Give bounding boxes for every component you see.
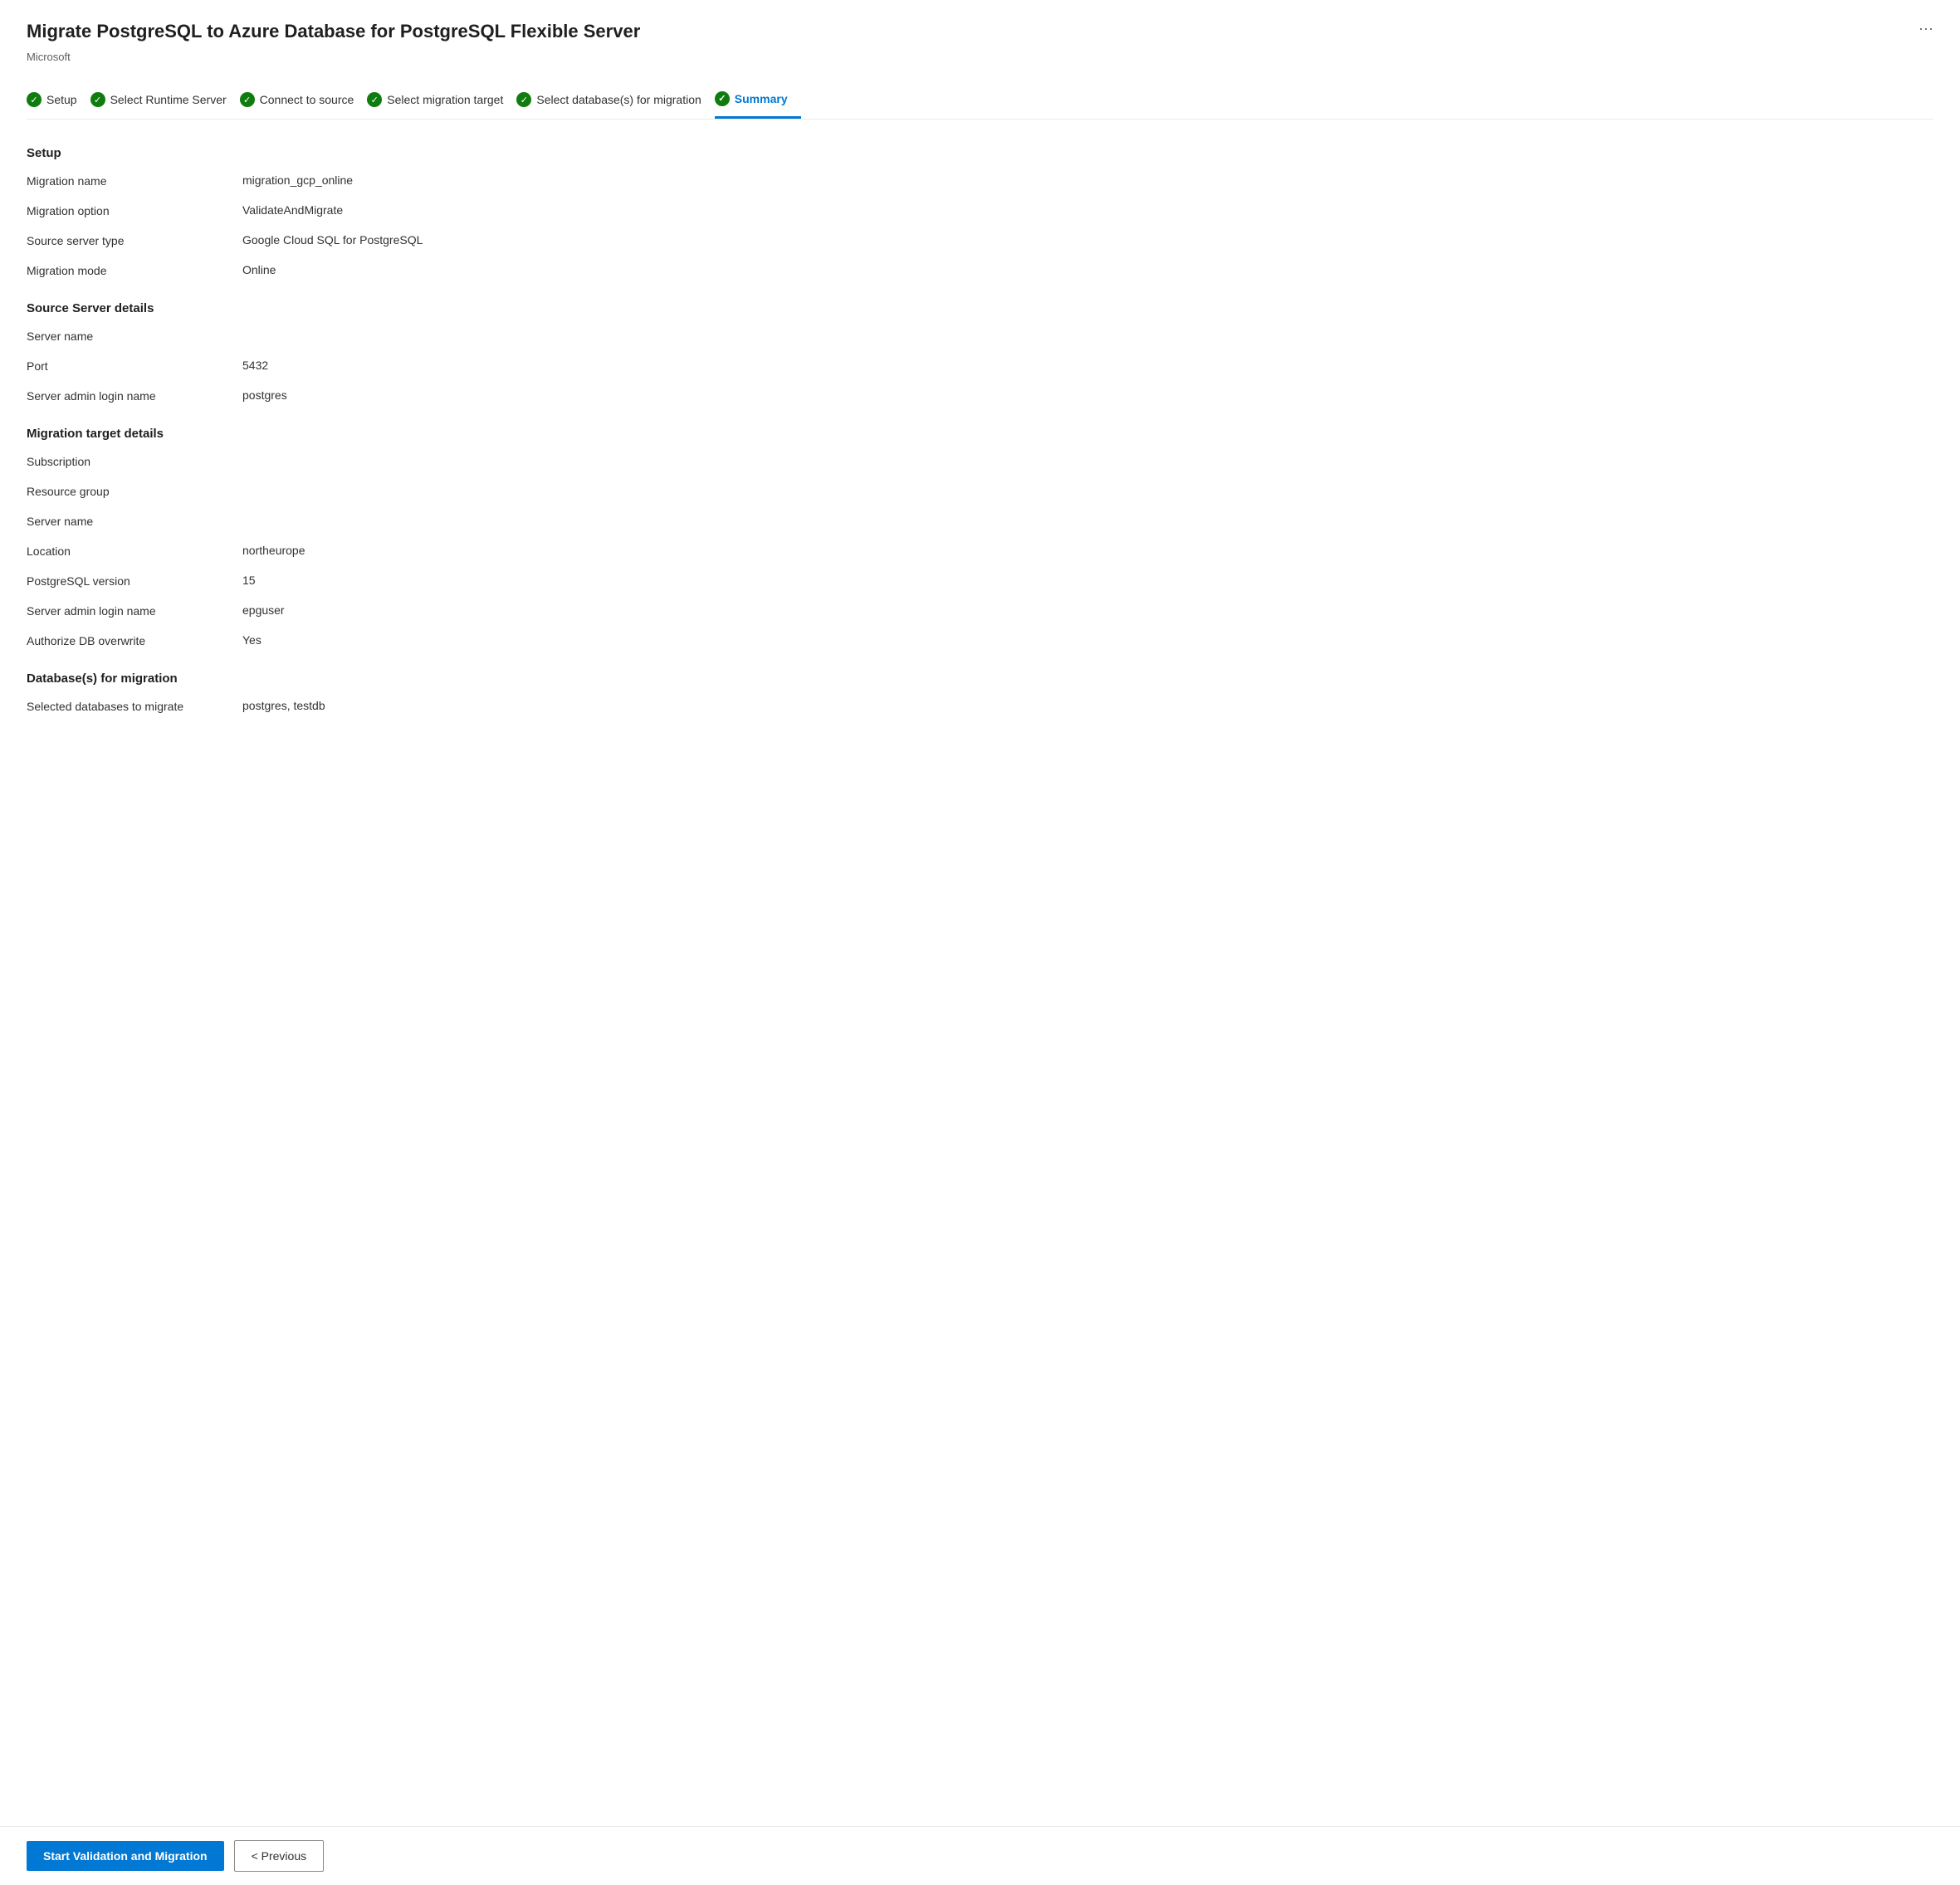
check-icon-runtime: ✓ xyxy=(90,92,105,107)
wizard-step-setup[interactable]: ✓ Setup xyxy=(27,84,90,117)
field-port: Port 5432 xyxy=(27,359,1933,377)
label-migration-name: Migration name xyxy=(27,173,242,188)
target-section: Migration target details Subscription Re… xyxy=(27,427,1933,652)
wizard-step-label-databases: Select database(s) for migration xyxy=(536,93,701,106)
value-location: northeurope xyxy=(242,544,305,557)
label-subscription: Subscription xyxy=(27,454,242,468)
field-target-admin-login: Server admin login name epguser xyxy=(27,603,1933,622)
field-location: Location northeurope xyxy=(27,544,1933,562)
wizard-step-label-runtime: Select Runtime Server xyxy=(110,93,227,106)
check-icon-summary: ✓ xyxy=(715,91,730,106)
check-icon-source: ✓ xyxy=(240,92,255,107)
field-migration-mode: Migration mode Online xyxy=(27,263,1933,281)
target-section-title: Migration target details xyxy=(27,427,1933,441)
check-icon-setup: ✓ xyxy=(27,92,42,107)
label-source-server-type: Source server type xyxy=(27,233,242,247)
value-target-admin-login: epguser xyxy=(242,603,285,617)
footer: Start Validation and Migration < Previou… xyxy=(0,1826,1960,1885)
field-source-server-type: Source server type Google Cloud SQL for … xyxy=(27,233,1933,251)
label-migration-mode: Migration mode xyxy=(27,263,242,277)
label-selected-databases: Selected databases to migrate xyxy=(27,699,242,713)
wizard-step-databases[interactable]: ✓ Select database(s) for migration xyxy=(516,84,714,117)
field-migration-option: Migration option ValidateAndMigrate xyxy=(27,203,1933,222)
label-target-admin-login: Server admin login name xyxy=(27,603,242,618)
label-authorize-overwrite: Authorize DB overwrite xyxy=(27,633,242,647)
field-selected-databases: Selected databases to migrate postgres, … xyxy=(27,699,1933,717)
page-subtitle: Microsoft xyxy=(27,51,1933,63)
setup-section: Setup Migration name migration_gcp_onlin… xyxy=(27,146,1933,281)
wizard-step-runtime[interactable]: ✓ Select Runtime Server xyxy=(90,84,240,117)
value-migration-name: migration_gcp_online xyxy=(242,173,353,187)
databases-section: Database(s) for migration Selected datab… xyxy=(27,671,1933,717)
label-resource-group: Resource group xyxy=(27,484,242,498)
wizard-step-label-source: Connect to source xyxy=(260,93,354,106)
wizard-step-label-target: Select migration target xyxy=(387,93,503,106)
wizard-step-label-summary: Summary xyxy=(735,92,788,105)
value-migration-mode: Online xyxy=(242,263,276,276)
wizard-step-source[interactable]: ✓ Connect to source xyxy=(240,84,368,117)
source-section: Source Server details Server name Port 5… xyxy=(27,301,1933,407)
value-selected-databases: postgres, testdb xyxy=(242,699,325,712)
more-options-button[interactable]: ··· xyxy=(1918,20,1933,37)
value-port: 5432 xyxy=(242,359,268,372)
wizard-step-target[interactable]: ✓ Select migration target xyxy=(367,84,516,117)
value-migration-option: ValidateAndMigrate xyxy=(242,203,343,217)
field-pg-version: PostgreSQL version 15 xyxy=(27,574,1933,592)
wizard-nav: ✓ Setup ✓ Select Runtime Server ✓ Connec… xyxy=(27,83,1933,120)
start-validation-migration-button[interactable]: Start Validation and Migration xyxy=(27,1841,224,1871)
setup-section-title: Setup xyxy=(27,146,1933,160)
field-source-server-name: Server name xyxy=(27,329,1933,347)
value-authorize-overwrite: Yes xyxy=(242,633,261,647)
field-resource-group: Resource group xyxy=(27,484,1933,502)
main-content: Setup Migration name migration_gcp_onlin… xyxy=(27,120,1933,830)
wizard-step-label-setup: Setup xyxy=(46,93,77,106)
wizard-step-summary[interactable]: ✓ Summary xyxy=(715,83,801,119)
field-migration-name: Migration name migration_gcp_online xyxy=(27,173,1933,192)
value-source-admin-login: postgres xyxy=(242,388,287,402)
field-authorize-overwrite: Authorize DB overwrite Yes xyxy=(27,633,1933,652)
label-source-admin-login: Server admin login name xyxy=(27,388,242,403)
source-section-title: Source Server details xyxy=(27,301,1933,315)
check-icon-databases: ✓ xyxy=(516,92,531,107)
value-source-server-type: Google Cloud SQL for PostgreSQL xyxy=(242,233,423,247)
previous-button[interactable]: < Previous xyxy=(234,1840,325,1872)
label-location: Location xyxy=(27,544,242,558)
field-subscription: Subscription xyxy=(27,454,1933,472)
field-target-server-name: Server name xyxy=(27,514,1933,532)
label-target-server-name: Server name xyxy=(27,514,242,528)
label-migration-option: Migration option xyxy=(27,203,242,217)
value-pg-version: 15 xyxy=(242,574,256,587)
databases-section-title: Database(s) for migration xyxy=(27,671,1933,686)
label-pg-version: PostgreSQL version xyxy=(27,574,242,588)
label-port: Port xyxy=(27,359,242,373)
page-title: Migrate PostgreSQL to Azure Database for… xyxy=(27,20,640,44)
check-icon-target: ✓ xyxy=(367,92,382,107)
label-source-server-name: Server name xyxy=(27,329,242,343)
field-source-admin-login: Server admin login name postgres xyxy=(27,388,1933,407)
